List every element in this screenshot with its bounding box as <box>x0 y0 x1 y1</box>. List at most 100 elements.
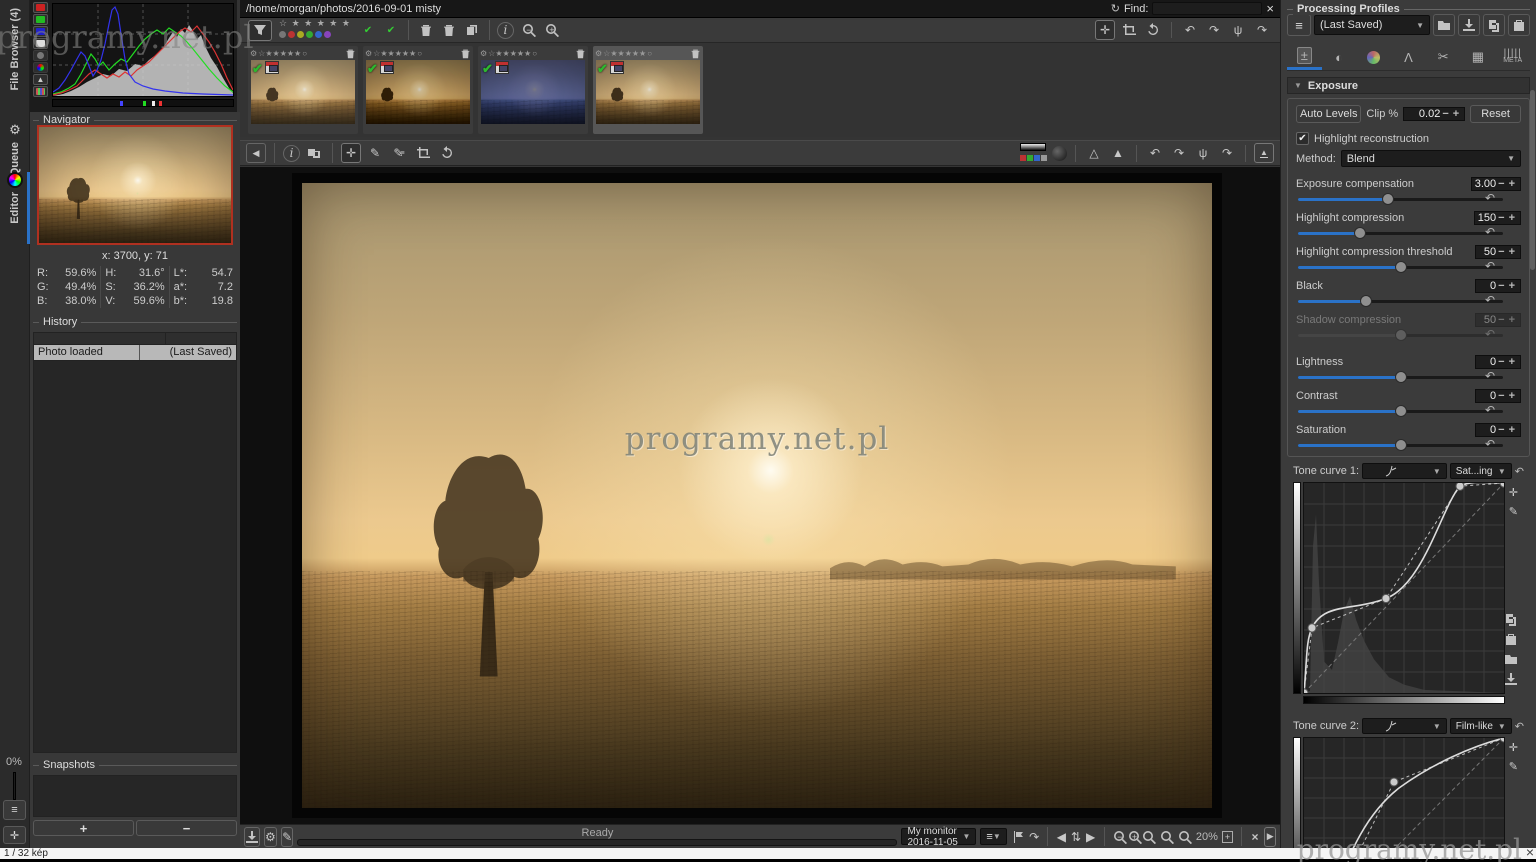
thumb-zoom-in-button[interactable]: + <box>540 20 560 40</box>
thumb-zoom-out-button[interactable]: − <box>517 20 537 40</box>
recently-saved-filter-icon[interactable]: ✔ <box>381 20 401 40</box>
white-balance-picker-button[interactable]: ✎ <box>365 143 385 163</box>
tab-color[interactable] <box>1356 44 1391 70</box>
detach-window-button[interactable]: + <box>1222 827 1233 847</box>
fullscreen-button[interactable]: × <box>1250 827 1261 847</box>
histogram-indicator-toggle[interactable]: ▲ <box>33 74 48 85</box>
histogram-plot[interactable] <box>52 3 234 97</box>
rail-zoom-slider[interactable] <box>13 772 16 800</box>
slider-reset-icon[interactable]: ↶ <box>1485 294 1495 308</box>
fs-pan-tool[interactable]: ✛ <box>1095 20 1115 40</box>
zoom-100-button[interactable] <box>1178 827 1192 847</box>
image-info-button[interactable]: i <box>283 145 300 162</box>
thumbnail-2[interactable]: ⚙☆★★★★★○ ✔ <box>363 46 473 134</box>
slider-reset-icon[interactable]: ↶ <box>1485 226 1495 240</box>
zoom-fit-button[interactable] <box>1160 827 1174 847</box>
add-snapshot-button[interactable]: + <box>33 820 134 836</box>
fs-undo-button[interactable]: ↶ <box>1180 20 1200 40</box>
zoom-in-button[interactable]: + <box>1127 827 1138 847</box>
tab-transform[interactable]: ✂ <box>1426 44 1461 70</box>
soft-proofing-button[interactable] <box>1011 827 1025 847</box>
contrast-slider[interactable]: ↶ <box>1298 404 1503 418</box>
tone-curve-1-type-dropdown[interactable]: ▼ <box>1362 463 1447 479</box>
histogram-red-toggle[interactable] <box>33 2 48 13</box>
find-input[interactable] <box>1152 2 1262 15</box>
zoom-fit-crop-button[interactable] <box>1142 827 1156 847</box>
tab-file-browser[interactable]: File Browser (4) <box>0 8 30 118</box>
paste-profile-button[interactable] <box>1508 14 1530 36</box>
reset-button[interactable]: Reset <box>1470 105 1521 123</box>
close-filmstrip-icon[interactable]: × <box>1266 1 1274 16</box>
exposure-compensation-slider[interactable]: ↶ <box>1298 192 1503 206</box>
curve-2-edit-point-icon[interactable]: ✛ <box>1509 741 1518 754</box>
collapse-right-panel-button[interactable]: ▶ <box>1264 827 1276 847</box>
trash-remove-button[interactable] <box>439 20 459 40</box>
history-row-photo-loaded[interactable]: Photo loaded (Last Saved) <box>33 345 237 361</box>
curve-2-pencil-icon[interactable]: ✎ <box>1509 760 1518 773</box>
fs-straighten-tool[interactable] <box>1143 20 1163 40</box>
fs-redo-button[interactable]: ↷ <box>1204 20 1224 40</box>
hand-tool-button[interactable]: ✛ <box>341 143 361 163</box>
add-to-queue-button[interactable]: ⚙ <box>264 827 277 847</box>
undo-button[interactable]: ↶ <box>1145 143 1165 163</box>
snapshots-list[interactable] <box>33 775 237 817</box>
edited-filter-icon[interactable]: ✔ <box>358 20 378 40</box>
history-list[interactable] <box>33 361 237 753</box>
copy-stack-button[interactable] <box>462 20 482 40</box>
redo-button[interactable]: ↷ <box>1169 143 1189 163</box>
profile-fill-mode-button[interactable]: ≡ <box>1287 14 1311 36</box>
tone-curve-2-editor[interactable]: ✛ ✎ <box>1293 737 1524 862</box>
slider-value[interactable]: 0−+ <box>1475 423 1521 437</box>
thumbnail-3[interactable]: ⚙☆★★★★★○ ✔ <box>478 46 588 134</box>
highlight-compression-slider[interactable]: ↶ <box>1298 226 1503 240</box>
refresh-icon[interactable]: ↻ <box>1111 2 1120 15</box>
curve-1-edit-point-icon[interactable]: ✛ <box>1509 486 1518 499</box>
save-profile-button[interactable] <box>1458 14 1480 36</box>
saturation-slider[interactable]: ↶ <box>1298 438 1503 452</box>
exposure-section-header[interactable]: ▼ Exposure <box>1287 77 1530 94</box>
collapse-left-panel-button[interactable]: ◀ <box>246 143 266 163</box>
slider-value[interactable]: 150−+ <box>1474 211 1521 225</box>
zoom-out-button[interactable]: − <box>1113 827 1124 847</box>
pan-navigation-button[interactable]: ✛ <box>3 826 26 844</box>
slider-value[interactable]: 0−+ <box>1475 389 1521 403</box>
filter-button[interactable] <box>248 20 272 41</box>
curve-1-pencil-icon[interactable]: ✎ <box>1509 505 1518 518</box>
tone-curve-1-reset-icon[interactable]: ↶ <box>1515 465 1524 478</box>
method-dropdown[interactable]: Blend▼ <box>1341 150 1521 167</box>
before-after-button[interactable] <box>304 143 324 163</box>
histogram-luma-toggle[interactable] <box>33 38 48 49</box>
focus-mask-button[interactable] <box>1052 146 1067 161</box>
slider-value[interactable]: 0−+ <box>1475 355 1521 369</box>
next-image-button[interactable]: ▶ <box>1085 827 1096 847</box>
tone-curve-1-editor[interactable]: ✛ ✎ <box>1293 482 1524 712</box>
previous-image-button[interactable]: ◀ <box>1056 827 1067 847</box>
fs-apply-profile-button[interactable]: ψ <box>1228 20 1248 40</box>
highlight-compression-threshold-slider[interactable]: ↶ <box>1298 260 1503 274</box>
right-panel-scrollbar[interactable] <box>1530 90 1535 270</box>
channel-preview-button[interactable] <box>1020 143 1048 164</box>
fs-paste-profile-button[interactable]: ↷ <box>1252 20 1272 40</box>
editor-canvas[interactable]: programy.net.pl <box>240 167 1280 824</box>
remove-snapshot-button[interactable]: − <box>136 820 237 836</box>
histogram-chroma-toggle[interactable] <box>33 50 48 61</box>
navigator-preview[interactable] <box>37 125 233 245</box>
monitor-profile-dropdown[interactable]: My monitor 2016-11-05▼ <box>901 828 976 845</box>
color-picker-button[interactable]: ✎≡ <box>389 143 409 163</box>
tab-advanced[interactable]: Λ <box>1391 44 1426 70</box>
profile-dropdown[interactable]: (Last Saved)▼ <box>1314 15 1430 35</box>
slider-value[interactable]: 50−+ <box>1475 245 1521 259</box>
queue-panel-button[interactable]: ≡ <box>3 800 26 820</box>
gamut-check-button[interactable]: ↷ <box>1029 827 1040 847</box>
star-filter-row[interactable]: ☆ ★ ★ ★ ★ ★ <box>279 19 351 28</box>
thumbnail-4-selected[interactable]: ⚙☆★★★★★○ ✔ <box>593 46 703 134</box>
tone-curve-2-mode-dropdown[interactable]: Film-like▼ <box>1450 718 1512 734</box>
slider-reset-icon[interactable]: ↶ <box>1485 370 1495 384</box>
save-image-button[interactable] <box>244 827 260 847</box>
histogram-green-toggle[interactable] <box>33 14 48 25</box>
edit-external-button[interactable]: ✎ <box>281 827 294 847</box>
expand-top-panel-button[interactable]: ▲ <box>1254 143 1274 163</box>
histogram-raw-toggle[interactable] <box>33 62 48 73</box>
curve-1-plot[interactable] <box>1303 482 1505 694</box>
tone-curve-2-type-dropdown[interactable]: ▼ <box>1362 718 1447 734</box>
